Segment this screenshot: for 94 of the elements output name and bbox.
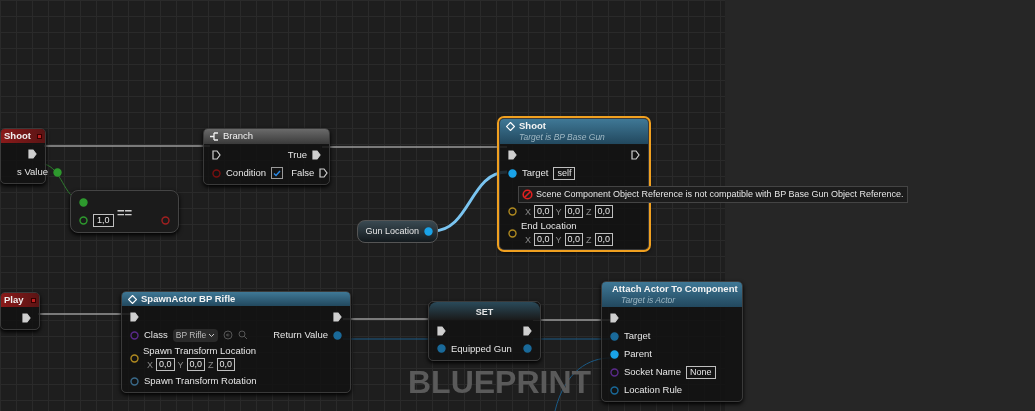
pin-label: End Location [521, 220, 578, 232]
check-icon [273, 169, 282, 177]
data-pin-icon[interactable] [79, 198, 88, 207]
pin-label: True [287, 149, 307, 161]
pin-label: Class [144, 329, 168, 341]
pin-label: Target [624, 330, 651, 342]
data-pin-icon[interactable] [610, 349, 619, 359]
exec-pin-icon[interactable] [437, 325, 446, 336]
graph-watermark: BLUEPRINT [408, 366, 592, 398]
value-field[interactable]: self [553, 166, 576, 180]
axis-label: X [525, 205, 531, 218]
delegate-pin-icon [37, 133, 42, 139]
data-pin-icon[interactable] [508, 168, 517, 178]
value-field[interactable]: 0,0 [156, 358, 175, 371]
value-field[interactable]: 0,0 [564, 233, 584, 246]
pin-label: Equipped Gun [451, 342, 512, 355]
exec-pin-icon[interactable] [130, 312, 139, 322]
data-pin-icon[interactable] [508, 207, 517, 216]
exec-pin-icon[interactable] [610, 313, 619, 323]
error-icon [522, 189, 533, 200]
search-icon[interactable] [238, 330, 249, 340]
variable-node[interactable]: Gun Location [357, 220, 438, 243]
axis-label: X [525, 233, 531, 246]
delegate-pin-icon [31, 297, 36, 303]
value-field[interactable]: 0,0 [534, 233, 553, 246]
axis-label: Z [586, 205, 592, 218]
data-pin-icon[interactable] [610, 385, 619, 395]
exec-pin-icon[interactable] [523, 325, 532, 336]
node-title: Branch [223, 129, 254, 144]
value-field[interactable]: 0,0 [594, 205, 614, 218]
value-field[interactable]: None [686, 365, 716, 379]
node-title: SpawnActor BP Rifle [141, 293, 236, 305]
pin-label: False [291, 167, 315, 179]
branch-icon [210, 132, 219, 141]
compare-node[interactable]: 1,0 == [70, 190, 179, 233]
exec-pin-icon[interactable] [319, 168, 329, 178]
pin-label: Socket Name [624, 366, 682, 378]
node-title: Shoot [4, 128, 31, 143]
axis-label: Y [177, 358, 184, 371]
class-dropdown[interactable]: BP Rifle [172, 328, 219, 342]
pin-label: Spawn Transform Rotation [144, 375, 257, 387]
pin-label: s Value [17, 166, 48, 178]
graph-node[interactable]: SET Equipped Gun [428, 301, 541, 361]
function-icon [128, 294, 137, 304]
exec-pin-icon[interactable] [22, 313, 31, 323]
graph-node[interactable]: Attach Actor To Component Target is Actor Target Parent Socket Name None Location Rule [601, 281, 743, 402]
value-field[interactable]: 0,0 [564, 205, 584, 218]
data-pin-icon[interactable] [437, 344, 446, 353]
value-field[interactable]: 1,0 [93, 214, 114, 227]
pin-label: Location Rule [624, 384, 683, 396]
pin-label: Parent [624, 348, 652, 360]
node-title: Attach Actor To Component [612, 283, 738, 295]
exec-pin-icon[interactable] [312, 150, 321, 160]
value-field[interactable]: 0,0 [186, 358, 206, 371]
node-title: Shoot [519, 120, 546, 132]
caret-icon [208, 332, 216, 338]
data-pin-icon[interactable] [424, 227, 433, 236]
graph-node[interactable]: SpawnActor BP Rifle Class BP Rifle Return Value Spawn Transform Location X 0,0 Y 0,0 Z 0,0 Spawn Transform Rotation [121, 291, 351, 393]
node-subtitle: Target is BP Base Gun [518, 132, 606, 143]
pin-label: Condition [226, 167, 267, 179]
axis-label: Y [555, 233, 562, 246]
node-title: Gun Location [365, 224, 419, 238]
node-title: Play [4, 292, 24, 307]
data-pin-icon[interactable] [523, 344, 532, 353]
node-title: SET [429, 302, 540, 320]
pin-label: Target [522, 167, 549, 179]
axis-label: Y [555, 205, 562, 218]
value-field[interactable]: 0,0 [594, 233, 614, 246]
data-pin-icon[interactable] [508, 228, 517, 238]
pin-label: Return Value [273, 329, 328, 341]
pin-label: Spawn Transform Location [143, 345, 256, 357]
data-pin-icon[interactable] [130, 353, 139, 363]
exec-pin-icon[interactable] [212, 150, 221, 160]
graph-node[interactable]: Play [0, 292, 40, 330]
exec-pin-icon[interactable] [631, 150, 640, 160]
axis-label: Z [208, 358, 214, 371]
exec-pin-icon[interactable] [28, 149, 37, 159]
exec-pin-icon[interactable] [333, 312, 342, 322]
function-icon [506, 121, 515, 131]
value-field[interactable]: 0,0 [216, 358, 236, 371]
node-title: == [117, 204, 133, 222]
exec-pin-icon[interactable] [508, 150, 517, 160]
node-subtitle: Target is Actor [620, 295, 677, 306]
data-pin-icon[interactable] [53, 167, 62, 177]
graph-node[interactable]: Branch True Condition False [203, 128, 330, 185]
axis-label: Z [586, 233, 592, 246]
data-pin-icon[interactable] [333, 330, 342, 340]
data-pin-icon[interactable] [610, 331, 619, 341]
data-pin-icon[interactable] [79, 216, 88, 225]
value-field[interactable]: 0,0 [534, 205, 553, 218]
arrow-left-icon[interactable] [223, 330, 234, 340]
data-pin-icon[interactable] [130, 376, 139, 386]
axis-label: X [147, 358, 153, 371]
checkbox[interactable] [271, 167, 284, 179]
